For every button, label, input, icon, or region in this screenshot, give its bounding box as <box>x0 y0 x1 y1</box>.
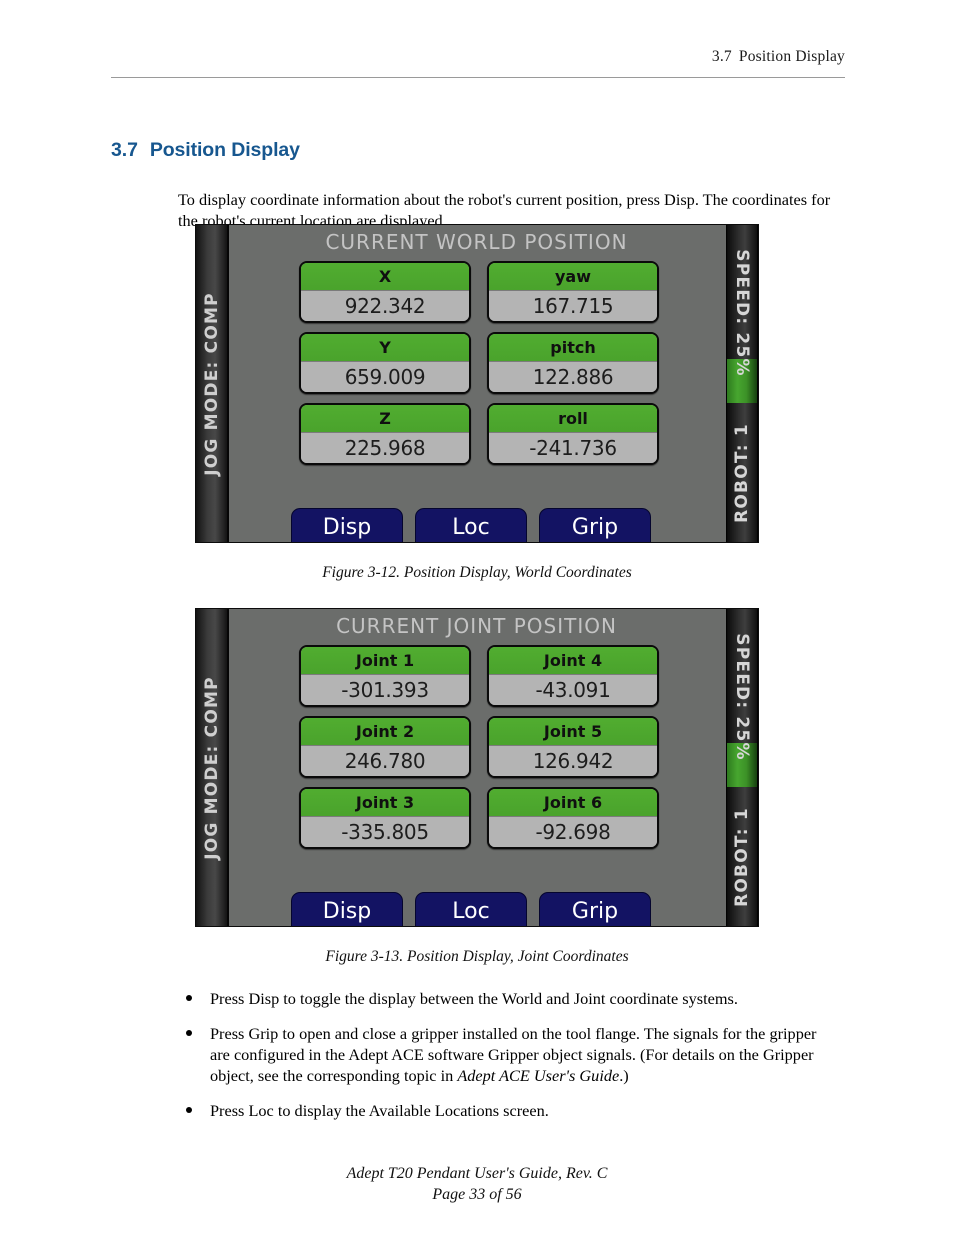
figure-caption-world: Figure 3-12. Position Display, World Coo… <box>322 564 632 581</box>
coordinate-field[interactable]: yaw 167.715 <box>487 261 659 323</box>
coordinate-field[interactable]: pitch 122.886 <box>487 332 659 394</box>
grip-button[interactable]: Grip <box>539 508 651 542</box>
loc-button[interactable]: Loc <box>415 508 527 542</box>
running-header: 3.7 Position Display <box>111 48 845 66</box>
screen-title-joint: CURRENT JOINT POSITION <box>336 614 617 638</box>
list-item-italic: Adept ACE User's Guide <box>457 1066 620 1085</box>
pendant-button-row-world: Disp Loc Grip <box>291 508 651 542</box>
disp-button[interactable]: Disp <box>291 508 403 542</box>
loc-button[interactable]: Loc <box>415 892 527 926</box>
document-page: 3.7 Position Display 3.7 Position Display … <box>0 0 954 1235</box>
page-title: 3.7 Position Display <box>111 139 300 162</box>
jog-mode-label-joint: JOG MODE: COMP <box>201 675 222 860</box>
coordinate-field-label: Joint 6 <box>489 789 657 817</box>
list-item-tail: .) <box>619 1066 629 1085</box>
coordinate-field-label: roll <box>489 405 657 433</box>
coordinate-field-value: -301.393 <box>301 675 469 705</box>
list-item: Press Loc to display the Available Locat… <box>178 1100 840 1121</box>
speed-label-world: SPEED: 25% <box>732 249 752 377</box>
running-header-title: Position Display <box>738 48 845 65</box>
coordinate-field[interactable]: roll -241.736 <box>487 403 659 465</box>
coordinate-field-grid-world: X 922.342 yaw 167.715 Y 659.009 pitch 12… <box>299 261 659 465</box>
list-item: Press Disp to toggle the display between… <box>178 988 840 1009</box>
bullet-dot-icon <box>186 995 192 1001</box>
status-rail-joint: SPEED: 25% ROBOT: 1 <box>722 609 758 926</box>
coordinate-field[interactable]: Joint 6 -92.698 <box>487 787 659 849</box>
status-rail-track-world: SPEED: 25% ROBOT: 1 <box>726 225 758 542</box>
coordinate-field-value: -241.736 <box>489 433 657 463</box>
coordinate-field-value: 659.009 <box>301 362 469 392</box>
footer-title: Adept T20 Pendant User's Guide, Rev. C <box>346 1165 608 1182</box>
coordinate-field[interactable]: Joint 3 -335.805 <box>299 787 471 849</box>
figure-world-coordinates: JOG MODE: COMP CURRENT WORLD POSITION X … <box>0 224 954 543</box>
list-item-text: Press Loc to display the Available Locat… <box>210 1101 549 1120</box>
figure-joint-coordinates: JOG MODE: COMP CURRENT JOINT POSITION Jo… <box>0 608 954 927</box>
pendant-screen-world: JOG MODE: COMP CURRENT WORLD POSITION X … <box>195 224 759 543</box>
coordinate-field-value: 167.715 <box>489 291 657 321</box>
jog-mode-status-bar-joint: JOG MODE: COMP <box>196 609 229 926</box>
figure-caption-joint: Figure 3-13. Position Display, Joint Coo… <box>325 948 629 965</box>
coordinate-field-label: X <box>301 263 469 291</box>
coordinate-field-value: 225.968 <box>301 433 469 463</box>
speed-label-joint: SPEED: 25% <box>732 633 752 761</box>
coordinate-field[interactable]: Joint 2 246.780 <box>299 716 471 778</box>
coordinate-field-value: 122.886 <box>489 362 657 392</box>
coordinate-field-label: Joint 4 <box>489 647 657 675</box>
status-rail-track-joint: SPEED: 25% ROBOT: 1 <box>726 609 758 926</box>
running-header-number: 3.7 <box>711 48 732 65</box>
coordinate-field-label: pitch <box>489 334 657 362</box>
coordinate-field-label: Joint 1 <box>301 647 469 675</box>
status-rail-world: SPEED: 25% ROBOT: 1 <box>722 225 758 542</box>
page-footer: Adept T20 Pendant User's Guide, Rev. C P… <box>0 1163 954 1205</box>
grip-button[interactable]: Grip <box>539 892 651 926</box>
coordinate-field-value: 922.342 <box>301 291 469 321</box>
section-number: 3.7 <box>111 139 138 161</box>
coordinate-field-value: -335.805 <box>301 817 469 847</box>
coordinate-field[interactable]: X 922.342 <box>299 261 471 323</box>
footer-page-number: Page 33 of 56 <box>432 1186 522 1203</box>
coordinate-field-value: -92.698 <box>489 817 657 847</box>
list-item-text: Press Disp to toggle the display between… <box>210 989 738 1008</box>
coordinate-field-label: Z <box>301 405 469 433</box>
screen-title-world: CURRENT WORLD POSITION <box>325 230 628 254</box>
header-divider-rule <box>111 77 845 78</box>
disp-button[interactable]: Disp <box>291 892 403 926</box>
section-title: Position Display <box>149 139 300 161</box>
coordinate-field-value: 126.942 <box>489 746 657 776</box>
robot-label-world: ROBOT: 1 <box>732 423 752 523</box>
coordinate-field-grid-joint: Joint 1 -301.393 Joint 4 -43.091 Joint 2… <box>299 645 659 849</box>
coordinate-field-label: Joint 5 <box>489 718 657 746</box>
coordinate-field[interactable]: Joint 5 126.942 <box>487 716 659 778</box>
coordinate-field-label: Joint 2 <box>301 718 469 746</box>
bullet-list: Press Disp to toggle the display between… <box>178 988 840 1135</box>
coordinate-field-label: Y <box>301 334 469 362</box>
robot-label-joint: ROBOT: 1 <box>732 807 752 907</box>
coordinate-field-value: 246.780 <box>301 746 469 776</box>
pendant-button-row-joint: Disp Loc Grip <box>291 892 651 926</box>
bullet-dot-icon <box>186 1107 192 1113</box>
pendant-screen-joint: JOG MODE: COMP CURRENT JOINT POSITION Jo… <box>195 608 759 927</box>
jog-mode-status-bar-world: JOG MODE: COMP <box>196 225 229 542</box>
coordinate-field[interactable]: Joint 4 -43.091 <box>487 645 659 707</box>
jog-mode-label-world: JOG MODE: COMP <box>201 291 222 476</box>
coordinate-field[interactable]: Joint 1 -301.393 <box>299 645 471 707</box>
coordinate-field[interactable]: Y 659.009 <box>299 332 471 394</box>
list-item: Press Grip to open and close a gripper i… <box>178 1023 840 1086</box>
coordinate-field-label: yaw <box>489 263 657 291</box>
coordinate-field-label: Joint 3 <box>301 789 469 817</box>
coordinate-field[interactable]: Z 225.968 <box>299 403 471 465</box>
coordinate-field-value: -43.091 <box>489 675 657 705</box>
bullet-dot-icon <box>186 1030 192 1036</box>
